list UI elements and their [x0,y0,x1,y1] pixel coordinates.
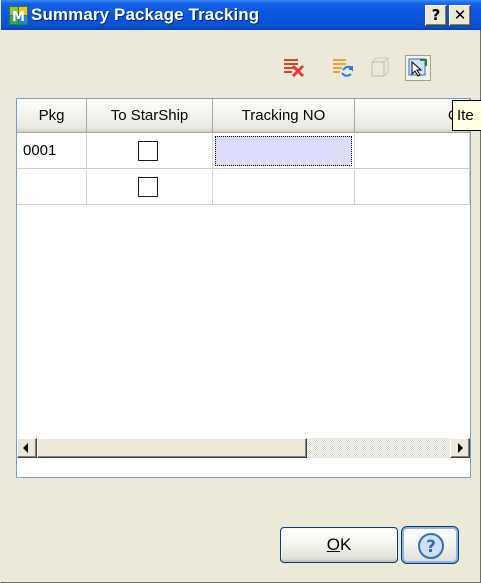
tracking-no-cell[interactable] [213,134,355,169]
column-header-tracking-no[interactable]: Tracking NO [213,99,355,133]
svg-text:M: M [12,10,25,25]
ok-mnemonic: O [326,535,340,554]
table-row[interactable]: 0001 [17,134,470,169]
right-arrow-icon [458,443,463,453]
grid-header: Pkg To StarShip Tracking NO Co [17,99,470,133]
dialog-window: M Summary Package Tracking ? ✕ Pkg To St… [0,0,481,583]
column-header-to-starship[interactable]: To StarShip [87,99,213,133]
svg-text:?: ? [426,537,436,557]
sync-icon[interactable] [332,56,354,78]
scroll-right-button[interactable] [450,438,470,458]
package-grid[interactable]: Pkg To StarShip Tracking NO Co 0001 [16,98,471,478]
blank-page-icon[interactable] [369,56,391,78]
ok-label-rest: K [339,535,352,554]
pointer-tool-button[interactable] [405,55,431,81]
close-button[interactable]: ✕ [449,5,471,26]
delete-rows-icon[interactable] [283,56,305,78]
horizontal-scrollbar[interactable] [17,438,470,458]
tracking-no-input[interactable] [215,136,352,166]
left-arrow-icon [23,443,28,453]
scroll-left-button[interactable] [17,438,37,458]
table-row[interactable] [17,170,470,205]
co-cell[interactable] [355,170,470,205]
co-cell[interactable] [355,134,470,169]
to-starship-checkbox[interactable] [138,141,158,161]
title-bar[interactable]: M Summary Package Tracking ? ✕ [1,0,481,30]
help-round-button[interactable]: ? [401,526,459,564]
to-starship-cell[interactable] [87,170,213,205]
ok-button[interactable]: OK [280,527,398,563]
pointer-icon [408,58,427,77]
pkg-cell[interactable]: 0001 [17,134,87,169]
help-icon: ? [418,533,444,559]
to-starship-cell[interactable] [87,134,213,169]
column-header-pkg[interactable]: Pkg [17,99,87,133]
scroll-thumb[interactable] [37,438,307,458]
app-icon: M [9,6,28,25]
window-title: Summary Package Tracking [31,5,260,24]
tracking-no-cell[interactable] [213,170,355,205]
pkg-cell[interactable] [17,170,87,205]
help-button[interactable]: ? [425,5,447,26]
tooltip: Ite [452,100,481,131]
to-starship-checkbox[interactable] [138,177,158,197]
